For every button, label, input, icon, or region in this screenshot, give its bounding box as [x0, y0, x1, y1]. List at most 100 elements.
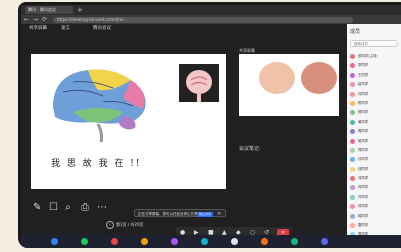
panel-title: 成员 [350, 29, 361, 35]
member-row[interactable]: 冯同学 [349, 174, 399, 183]
present-icon[interactable]: ⎙ [81, 202, 89, 214]
forward-icon[interactable]: → [33, 16, 38, 23]
stop-share-button[interactable]: 停止共享 [197, 211, 213, 217]
member-row[interactable]: 刘同学 [349, 90, 399, 99]
avatar [350, 147, 355, 153]
member-name: 王同学 [358, 72, 369, 77]
member-name: 钱同学 [358, 166, 369, 171]
avatar [350, 82, 355, 88]
reload-icon[interactable]: ⟳ [42, 16, 47, 23]
meeting-window: 共享屏幕 发言 腾讯会议 · 我 思 故 我 在 !! ✎ ☐ ⌕ ⎙ ⋯ 正在… [21, 24, 347, 248]
avatar [350, 100, 355, 106]
taskbar-app-icon[interactable] [291, 238, 298, 245]
member-row[interactable]: 何同学 [349, 183, 399, 192]
member-row[interactable]: 邓同学 [349, 202, 399, 211]
address-bar-row: ← → ⟳ https://meeting.tencent.com/dm/... [21, 15, 401, 24]
zoom-icon[interactable]: ⌕ [65, 202, 71, 214]
member-row[interactable]: 钱同学 [349, 165, 399, 174]
avatar [350, 110, 355, 116]
members-panel: 成员 搜索成员 张同学(主持) 李同学王同学赵同学刘同学陈同学杨同学黄同学周同学吴… [347, 24, 401, 238]
pen-icon[interactable]: ✎ [33, 202, 41, 214]
taskbar-app-icon[interactable] [141, 238, 148, 245]
member-row[interactable]: 唐同学 [349, 221, 399, 230]
avatar [350, 129, 355, 135]
topbar-item[interactable]: 腾讯会议 [93, 24, 111, 34]
avatar [350, 54, 355, 59]
avatar [350, 63, 355, 69]
topbar-item[interactable]: 发言 [61, 24, 70, 34]
back-icon[interactable]: ← [24, 16, 29, 23]
new-tab-button[interactable]: + [77, 5, 83, 15]
member-row[interactable]: 杨同学 [349, 108, 399, 117]
member-name: 何同学 [358, 185, 369, 190]
avatar [350, 194, 355, 200]
member-name: 韩同学 [358, 213, 369, 218]
taskbar-app-icon[interactable] [231, 238, 238, 245]
notes-label: 会议笔记· [239, 146, 261, 152]
taskbar-app-icon[interactable] [111, 238, 118, 245]
member-row[interactable]: 郑同学 [349, 146, 399, 155]
share-notice-popup: 正在共享屏幕，您可以在此处停止共享 停止共享 × [134, 209, 226, 217]
member-row[interactable]: 李同学 [349, 61, 399, 70]
avatar [350, 185, 355, 191]
hand-icon[interactable]: ☐ [49, 202, 58, 214]
member-row[interactable]: 赵同学 [349, 80, 399, 89]
taskbar-app-icon[interactable] [51, 238, 58, 245]
member-name: 杨同学 [358, 110, 369, 115]
member-list: 张同学(主持) 李同学王同学赵同学刘同学陈同学杨同学黄同学周同学吴同学郑同学孙同学… [349, 52, 399, 240]
topbar-item[interactable]: 共享屏幕 [29, 24, 47, 34]
member-search-input[interactable]: 搜索成员 [350, 40, 398, 47]
slide-footer: · [141, 144, 143, 148]
popup-text: 正在共享屏幕，您可以在此处停止共享 [138, 212, 198, 216]
member-name: 唐同学 [358, 223, 369, 228]
close-icon[interactable]: × [217, 210, 221, 218]
taskbar [21, 235, 401, 248]
annotation-toolbar: ✎ ☐ ⌕ ⎙ ⋯ [29, 202, 119, 214]
member-name: 许同学 [358, 194, 369, 199]
member-row[interactable]: 吴同学 [349, 137, 399, 146]
anatomy-thumb-1 [259, 62, 295, 94]
member-name: 邓同学 [358, 204, 369, 209]
laptop-screen: 腾讯 · 腾讯会议 + ← → ⟳ https://meeting.tencen… [18, 2, 401, 248]
member-row[interactable]: 陈同学 [349, 99, 399, 108]
taskbar-app-icon[interactable] [261, 238, 268, 245]
meeting-topbar: 共享屏幕 发言 腾讯会议 [21, 24, 347, 34]
second-screen-preview [239, 54, 339, 116]
member-name: 李同学 [358, 63, 369, 68]
avatar [350, 166, 355, 172]
avatar [350, 72, 355, 78]
member-name: 张同学(主持) [358, 54, 378, 58]
taskbar-app-icon[interactable] [81, 238, 88, 245]
browser-tab[interactable]: 腾讯 · 腾讯会议 [25, 6, 73, 14]
avatar [350, 119, 355, 125]
member-row[interactable]: 王同学 [349, 71, 399, 80]
taskbar-app-icon[interactable] [171, 238, 178, 245]
member-row[interactable]: 张同学(主持) [349, 52, 399, 61]
member-row[interactable]: 黄同学 [349, 118, 399, 127]
url-field[interactable]: https://meeting.tencent.com/dm/... [53, 16, 353, 23]
member-name: 赵同学 [358, 82, 369, 87]
avatar [350, 157, 355, 163]
member-name: 孙同学 [358, 157, 369, 162]
prev-page-icon[interactable]: ‹ [106, 221, 114, 229]
taskbar-app-icon[interactable] [201, 238, 208, 245]
member-name: 陈同学 [358, 100, 369, 105]
member-name: 吴同学 [358, 138, 369, 143]
member-row[interactable]: 孙同学 [349, 155, 399, 164]
shared-slide: · 我 思 故 我 在 !! [31, 54, 226, 189]
browser-titlebar: 腾讯 · 腾讯会议 + [21, 5, 401, 15]
slide-caption: 我 思 故 我 在 !! [51, 159, 142, 169]
member-name: 冯同学 [358, 176, 369, 181]
member-row[interactable]: 周同学 [349, 127, 399, 136]
member-name: 周同学 [358, 129, 369, 134]
brain-lobes-image [53, 69, 146, 142]
member-row[interactable]: 韩同学 [349, 212, 399, 221]
taskbar-app-icon[interactable] [321, 238, 328, 245]
more-icon[interactable]: ⋯ [97, 202, 107, 214]
avatar [350, 91, 355, 97]
member-name: 郑同学 [358, 147, 369, 152]
anatomy-thumb-2 [301, 62, 337, 94]
member-name: 刘同学 [358, 91, 369, 96]
member-name: 黄同学 [358, 119, 369, 124]
member-row[interactable]: 许同学 [349, 193, 399, 202]
